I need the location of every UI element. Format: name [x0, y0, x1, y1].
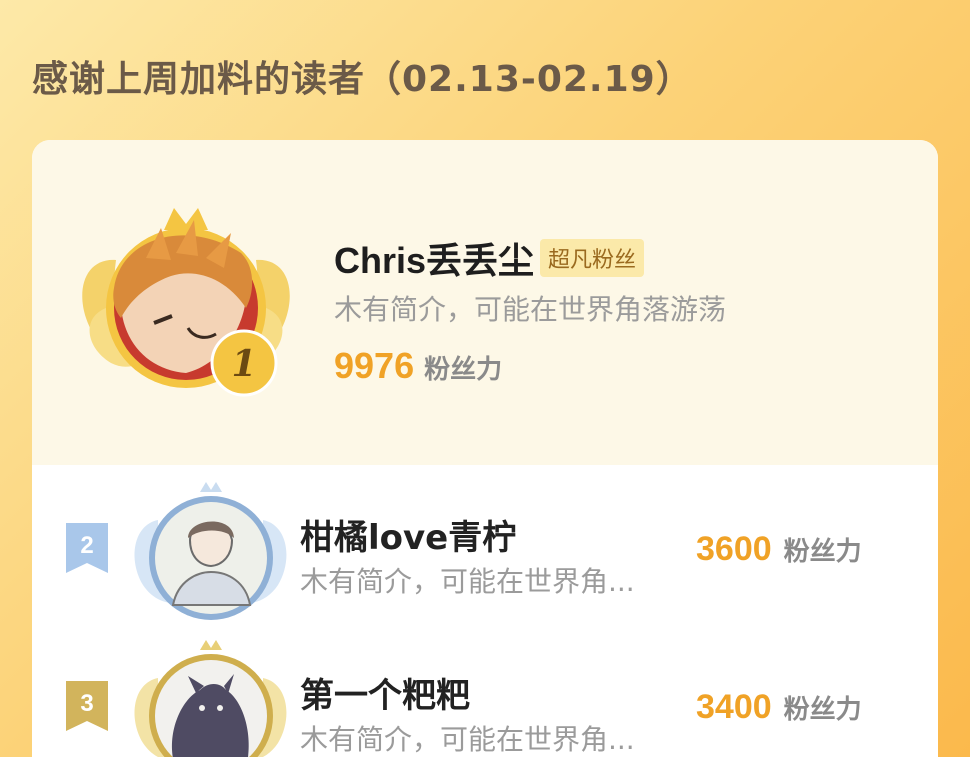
avatar[interactable] — [128, 480, 293, 630]
reader-name[interactable]: Chris丢丢尘 — [334, 232, 534, 284]
fan-power-unit: 粉丝力 — [783, 695, 862, 725]
rank-flag-icon: 3 — [66, 681, 108, 731]
svg-text:3: 3 — [80, 690, 93, 717]
page-title: 感谢上周加料的读者（02.13-02.19） — [32, 59, 693, 100]
fan-power-row: 3400 粉丝力 — [696, 688, 862, 727]
fan-power-row: 3600 粉丝力 — [696, 530, 862, 569]
avatar[interactable] — [128, 638, 293, 757]
first-name-row: Chris丢丢尘 超凡粉丝 — [334, 232, 645, 284]
fan-power-unit: 粉丝力 — [424, 355, 503, 385]
ranking-card: 1 Chris丢丢尘 超凡粉丝 木有简介，可能在世界角落游荡 9976 粉丝力 … — [32, 140, 938, 757]
reader-name[interactable]: 柑橘love青柠 — [300, 510, 516, 559]
list-item[interactable]: 2 柑橘love青柠 木有简介，可能在世界角... 3600 粉丝力 — [32, 480, 938, 630]
svg-text:2: 2 — [80, 532, 93, 559]
rank-flag-icon: 2 — [66, 523, 108, 573]
reader-intro: 木有简介，可能在世界角... — [300, 565, 635, 598]
reader-intro: 木有简介，可能在世界角落游荡 — [334, 293, 727, 326]
fan-level-badge: 超凡粉丝 — [540, 239, 645, 277]
fan-power-unit: 粉丝力 — [783, 537, 862, 567]
svg-text:1: 1 — [231, 343, 256, 385]
top-reader-section[interactable]: 1 Chris丢丢尘 超凡粉丝 木有简介，可能在世界角落游荡 9976 粉丝力 — [32, 140, 938, 465]
list-item[interactable]: 3 第一个粑粑 木有简介，可能在世界角... 3400 粉丝力 — [32, 638, 938, 757]
crown-icon — [164, 208, 208, 230]
rank-medal-icon: 1 — [210, 329, 278, 397]
reader-name[interactable]: 第一个粑粑 — [300, 668, 470, 717]
fan-power-value: 3600 — [696, 530, 772, 568]
fan-power-value: 9976 — [334, 345, 415, 386]
reader-intro: 木有简介，可能在世界角... — [300, 723, 635, 756]
fan-power-value: 3400 — [696, 688, 772, 726]
first-place-avatar-badge[interactable]: 1 — [76, 198, 296, 408]
fan-power-row: 9976 粉丝力 — [334, 345, 502, 387]
